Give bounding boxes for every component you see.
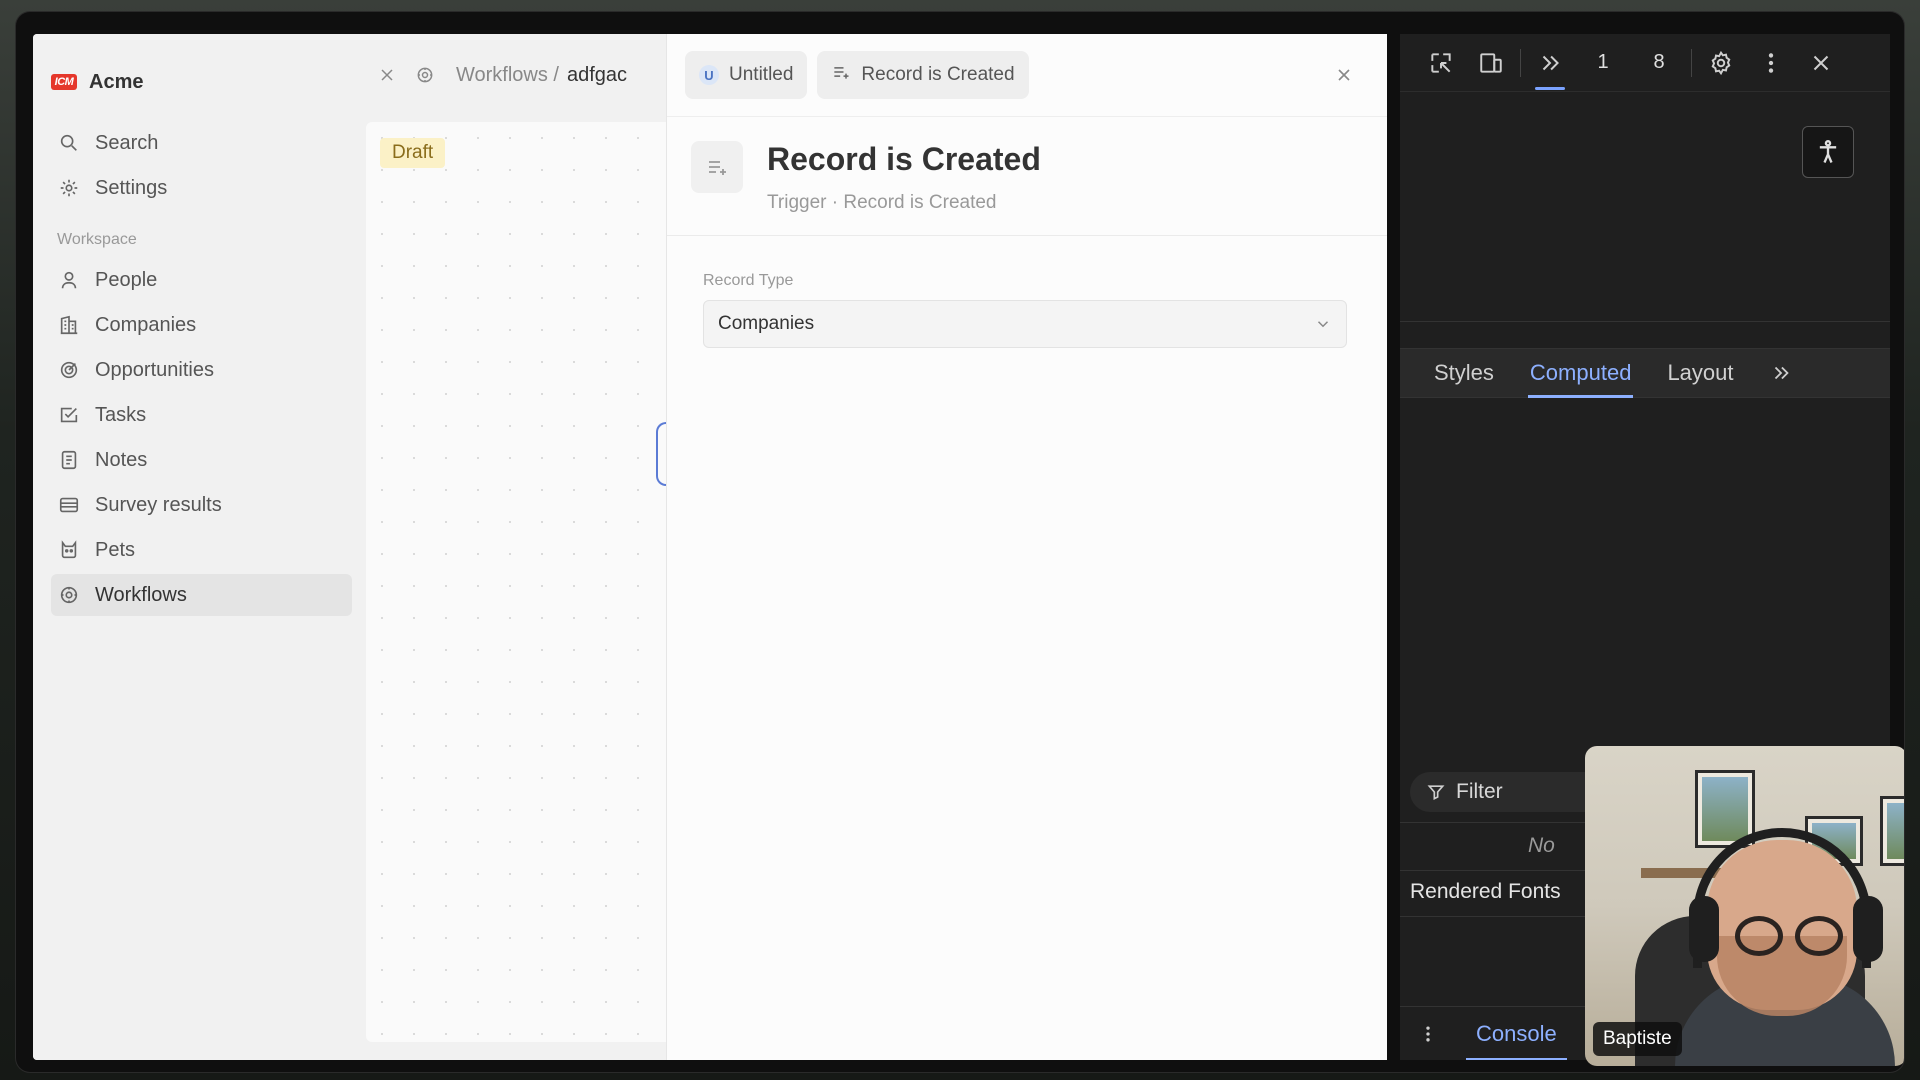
tab-layout[interactable]: Layout <box>1649 348 1751 398</box>
playlist-add-icon <box>831 62 851 88</box>
computed-filter-input[interactable]: Filter <box>1410 772 1610 812</box>
sidebar: ICM Acme Search Settings Workspace Peopl… <box>33 34 366 1060</box>
sidebar-item-label: Companies <box>95 313 197 336</box>
warning-count[interactable]: 8 <box>1631 51 1687 74</box>
record-type-value: Companies <box>718 313 815 334</box>
building-icon <box>57 313 81 337</box>
sidebar-item-label: Tasks <box>95 403 147 426</box>
sidebar-item-label: Pets <box>95 538 136 561</box>
workspace-section-label: Workspace <box>57 231 137 248</box>
headset-ear <box>1689 896 1719 962</box>
page-title[interactable]: Record is Created <box>767 141 1041 178</box>
webcam-overlay: Baptiste <box>1585 746 1904 1066</box>
gear-icon[interactable] <box>1696 34 1746 92</box>
breadcrumb-current[interactable]: adfgac <box>567 64 627 87</box>
no-properties-text: No <box>1528 834 1555 857</box>
tab-label: Record is Created <box>861 64 1015 85</box>
headset-ear <box>1853 896 1883 962</box>
cat-icon <box>57 538 81 562</box>
sidebar-item-pets[interactable]: Pets <box>51 529 352 571</box>
browser-window: ICM Acme Search Settings Workspace Peopl… <box>16 12 1904 1072</box>
person-icon <box>57 268 81 292</box>
sidebar-item-people[interactable]: People <box>51 259 352 301</box>
gear-icon <box>57 176 81 200</box>
playlist-add-icon <box>691 141 743 193</box>
workflow-canvas[interactable]: Draft <box>366 122 670 1042</box>
target-icon <box>57 358 81 382</box>
more-tabs-icon[interactable] <box>1525 34 1575 92</box>
checkbox-icon <box>57 403 81 427</box>
record-type-field: Record Type Companies <box>667 236 1387 348</box>
breadcrumb-parent-link[interactable]: Workflows / <box>456 64 559 87</box>
chevron-down-icon <box>1317 321 1329 328</box>
tab-record-is-created[interactable]: Record is Created <box>817 51 1029 99</box>
app-frame: ICM Acme Search Settings Workspace Peopl… <box>33 34 1387 1060</box>
more-tabs-icon[interactable] <box>1752 348 1810 398</box>
workflow-gear-icon <box>412 62 438 88</box>
sidebar-item-notes[interactable]: Notes <box>51 439 352 481</box>
nav-search[interactable]: Search <box>51 122 352 164</box>
nav-search-label: Search <box>95 131 159 154</box>
workflow-avatar-badge: U <box>699 65 719 85</box>
device-toolbar-icon[interactable] <box>1466 34 1516 92</box>
error-count[interactable]: 1 <box>1575 51 1631 74</box>
sidebar-item-tasks[interactable]: Tasks <box>51 394 352 436</box>
sidebar-item-label: Notes <box>95 448 148 471</box>
nav-settings[interactable]: Settings <box>51 167 352 209</box>
toolbar-divider <box>1520 48 1521 77</box>
sidebar-item-label: Survey results <box>95 493 222 516</box>
status-badge: Draft <box>380 138 446 168</box>
page-subtitle: Trigger · Record is Created <box>767 192 997 213</box>
kebab-menu-icon[interactable] <box>1746 34 1796 92</box>
table-icon <box>57 493 81 517</box>
devtools-elements-area <box>1400 92 1890 322</box>
workspace-brand[interactable]: ICM Acme <box>51 62 352 102</box>
close-icon[interactable] <box>1796 34 1846 92</box>
filter-label: Filter <box>1456 780 1503 803</box>
webcam-name-label: Baptiste <box>1593 1022 1682 1056</box>
inspect-element-icon[interactable] <box>1416 34 1466 92</box>
drawer-menu-icon[interactable] <box>1400 1024 1456 1044</box>
devtools-sidebar-tabs: Styles Computed Layout <box>1400 348 1890 398</box>
rendered-fonts-heading[interactable]: Rendered Fonts <box>1410 880 1561 904</box>
step-detail-panel: U Untitled Record is Created Record is C… <box>666 34 1387 1060</box>
breadcrumb: Workflows / adfgac <box>366 34 666 116</box>
wall-picture <box>1880 796 1904 866</box>
tab-styles[interactable]: Styles <box>1416 348 1512 398</box>
tab-console[interactable]: Console <box>1456 1007 1577 1060</box>
sidebar-item-label: People <box>95 268 158 291</box>
close-panel-button[interactable] <box>1329 60 1359 90</box>
tab-untitled[interactable]: U Untitled <box>685 51 808 99</box>
sidebar-item-label: Opportunities <box>95 358 214 381</box>
tab-computed[interactable]: Computed <box>1512 348 1650 398</box>
filter-icon <box>1427 785 1445 801</box>
accessibility-icon[interactable] <box>1802 126 1854 178</box>
sidebar-item-survey-results[interactable]: Survey results <box>51 484 352 526</box>
sidebar-item-opportunities[interactable]: Opportunities <box>51 349 352 391</box>
panel-header: Record is Created Trigger · Record is Cr… <box>667 116 1387 236</box>
search-icon <box>57 131 81 155</box>
nav-settings-label: Settings <box>95 176 168 199</box>
brand-logo: ICM <box>51 74 77 90</box>
sidebar-item-label: Workflows <box>95 583 187 606</box>
sidebar-item-companies[interactable]: Companies <box>51 304 352 346</box>
toolbar-divider <box>1691 48 1692 77</box>
record-type-label: Record Type <box>703 272 794 289</box>
record-type-select[interactable]: Companies <box>703 300 1347 348</box>
sidebar-item-workflows[interactable]: Workflows <box>51 574 352 616</box>
close-icon[interactable] <box>374 62 400 88</box>
workflow-gear-icon <box>57 583 81 607</box>
panel-tab-bar: U Untitled Record is Created <box>667 34 1387 116</box>
note-icon <box>57 448 81 472</box>
brand-name: Acme <box>89 70 144 93</box>
tab-label: Untitled <box>729 64 794 85</box>
close-icon <box>1338 69 1350 81</box>
workflow-canvas-area: Workflows / adfgac Draft <box>366 34 670 1060</box>
devtools-toolbar: 1 8 <box>1400 34 1890 92</box>
